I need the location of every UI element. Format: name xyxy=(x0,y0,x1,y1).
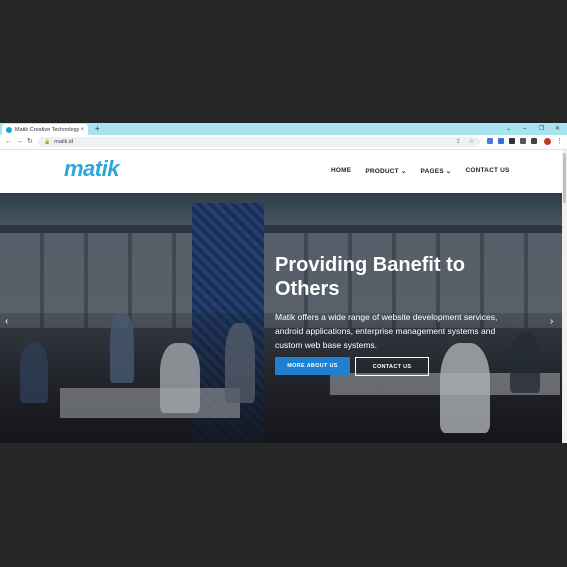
reading-list-icon[interactable] xyxy=(520,138,526,144)
nav-home[interactable]: HOME xyxy=(331,167,351,175)
back-icon[interactable]: ← xyxy=(5,137,12,147)
site-header: matik HOME PRODUCT ⌄ PAGES ⌄ CONTACT US xyxy=(0,150,567,193)
share-icon[interactable]: ⇪ xyxy=(456,139,461,145)
hero-slider: Providing Banefit to Others Matik offers… xyxy=(0,193,567,443)
lock-icon[interactable]: 🔒 xyxy=(44,139,50,145)
next-slide-icon[interactable]: › xyxy=(550,317,553,327)
scrollbar-thumb[interactable] xyxy=(563,153,566,203)
nav-contact-us[interactable]: CONTACT US xyxy=(465,167,509,175)
hero-description: Matik offers a wide range of website dev… xyxy=(275,312,498,350)
new-tab-button[interactable]: + xyxy=(95,124,100,134)
close-tab-icon[interactable]: × xyxy=(80,127,84,133)
main-nav: HOME PRODUCT ⌄ PAGES ⌄ CONTACT US xyxy=(331,167,510,175)
nav-pages[interactable]: PAGES ⌄ xyxy=(421,167,452,175)
close-window-button[interactable]: ✕ xyxy=(555,124,560,134)
tab-title: Matik Creative Technology xyxy=(15,126,80,133)
address-bar[interactable]: 🔒 matik.id ⇪ ☆ xyxy=(38,137,480,147)
tab-matik[interactable]: Matik Creative Technology × xyxy=(2,124,88,135)
more-about-us-button[interactable]: MORE ABOUT US xyxy=(275,357,350,375)
minimize-button[interactable]: – xyxy=(523,124,526,134)
browser-window: Matik Creative Technology × + ⌄ – ❐ ✕ ← … xyxy=(0,123,567,443)
bookmark-star-icon[interactable]: ☆ xyxy=(469,139,474,145)
contact-us-button[interactable]: CONTACT US xyxy=(355,357,429,376)
url-text[interactable]: matik.id xyxy=(54,139,73,145)
prev-slide-icon[interactable]: ‹ xyxy=(5,317,8,327)
forward-icon[interactable]: → xyxy=(16,137,23,147)
site-logo[interactable]: matik xyxy=(64,156,119,182)
browser-menu-icon[interactable]: ⋮ xyxy=(556,137,563,147)
tab-search-icon[interactable]: ⌄ xyxy=(506,124,511,134)
translate-extension-icon[interactable] xyxy=(498,138,504,144)
extension-icon[interactable] xyxy=(487,138,493,144)
side-panel-icon[interactable] xyxy=(531,138,537,144)
favicon-icon xyxy=(6,126,12,133)
puzzle-extensions-icon[interactable] xyxy=(509,138,515,144)
profile-avatar[interactable] xyxy=(544,138,551,145)
browser-toolbar: ← → ↻ 🔒 matik.id ⇪ ☆ ⋮ xyxy=(0,135,567,150)
hero-title: Providing Banefit to Others xyxy=(275,254,465,300)
tab-strip: Matik Creative Technology × + ⌄ – ❐ ✕ xyxy=(0,123,567,135)
reload-icon[interactable]: ↻ xyxy=(27,137,33,147)
maximize-button[interactable]: ❐ xyxy=(539,124,544,134)
nav-product[interactable]: PRODUCT ⌄ xyxy=(365,167,406,175)
